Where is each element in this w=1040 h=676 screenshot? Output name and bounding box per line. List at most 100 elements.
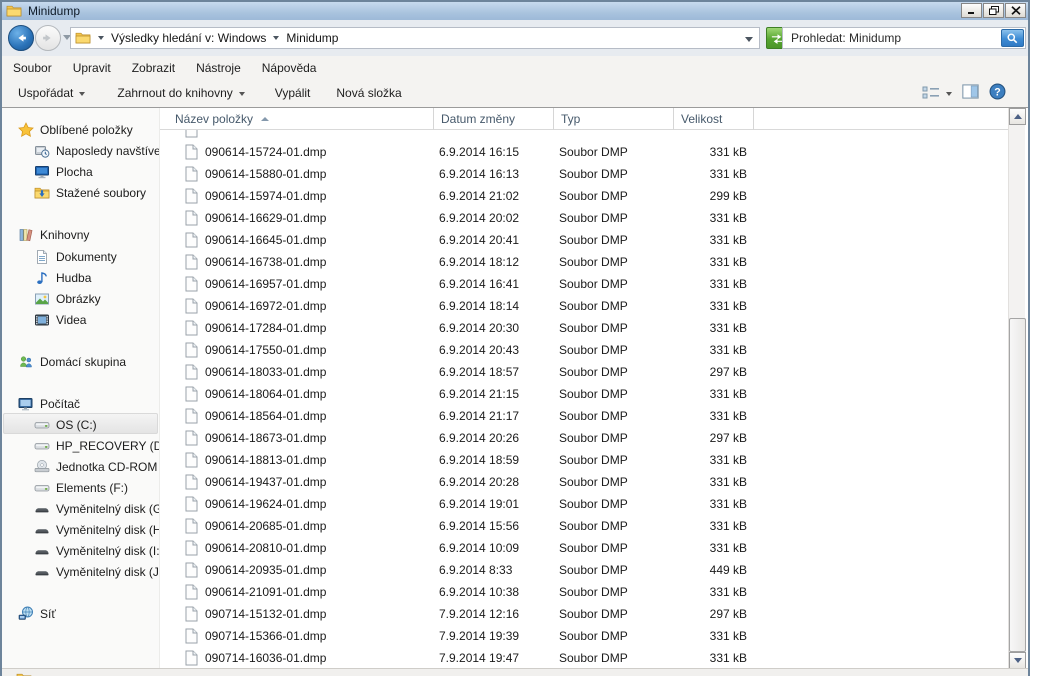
menu-nastroje[interactable]: Nástroje — [186, 58, 251, 78]
file-type: Soubor DMP — [559, 541, 628, 555]
navigation-bar: Výsledky hledání v: Windows Minidump Pro… — [2, 20, 1028, 57]
documents-icon — [34, 249, 50, 265]
sidebar-item-removable-h[interactable]: Vyměnitelný disk (H — [34, 520, 160, 540]
search-input[interactable]: Prohledat: Minidump — [791, 31, 1001, 45]
file-row[interactable]: 090614-18564-01.dmp 6.9.2014 21:17 Soubo… — [160, 405, 1010, 427]
file-row[interactable]: 090614-20685-01.dmp 6.9.2014 15:56 Soubo… — [160, 515, 1010, 537]
sidebar-item-recent-places[interactable]: Naposledy navštívené — [34, 141, 160, 161]
main-content: Oblíbené položky Naposledy navštívené Pl… — [2, 107, 1028, 668]
sidebar-item-documents[interactable]: Dokumenty — [34, 247, 160, 267]
sidebar-item-computer[interactable]: Počítač — [18, 394, 160, 414]
file-size: 331 kB — [674, 233, 747, 247]
scroll-up-button[interactable] — [1009, 108, 1026, 125]
sidebar-item-pictures[interactable]: Obrázky — [34, 289, 160, 309]
organize-button[interactable]: Uspořádat — [10, 81, 93, 105]
file-icon — [185, 496, 198, 512]
sidebar-item-label: Hudba — [56, 271, 91, 285]
file-icon — [185, 364, 198, 380]
file-row[interactable]: 090614-16738-01.dmp 6.9.2014 18:12 Soubo… — [160, 251, 1010, 273]
sidebar-item-removable-g[interactable]: Vyměnitelný disk (G: — [34, 499, 160, 519]
forward-button[interactable] — [35, 25, 61, 51]
file-icon — [185, 276, 198, 292]
close-button[interactable] — [1005, 3, 1026, 18]
file-type: Soubor DMP — [559, 409, 628, 423]
file-icon — [185, 584, 198, 600]
sidebar-item-network[interactable]: Síť — [18, 604, 160, 624]
sidebar-item-drive-f[interactable]: Elements (F:) — [34, 478, 160, 498]
file-size: 331 kB — [674, 475, 747, 489]
file-row[interactable]: 090714-16036-01.dmp 7.9.2014 19:47 Soubo… — [160, 647, 1010, 669]
file-row[interactable]: 090614-21091-01.dmp 6.9.2014 10:38 Soubo… — [160, 581, 1010, 603]
title-bar[interactable]: Minidump — [2, 2, 1028, 20]
file-row[interactable]: 090614-18673-01.dmp 6.9.2014 20:26 Soubo… — [160, 427, 1010, 449]
sidebar-item-homegroup[interactable]: Domácí skupina — [18, 352, 160, 372]
file-type: Soubor DMP — [559, 255, 628, 269]
file-row[interactable]: 090614-18064-01.dmp 6.9.2014 21:15 Soubo… — [160, 383, 1010, 405]
sidebar-item-libraries[interactable]: Knihovny — [18, 225, 160, 245]
sidebar-item-drive-d[interactable]: HP_RECOVERY (D:) — [34, 436, 160, 456]
file-row[interactable]: 090614-17550-01.dmp 6.9.2014 20:43 Soubo… — [160, 339, 1010, 361]
sidebar-item-removable-j[interactable]: Vyměnitelný disk (J:) — [34, 562, 160, 582]
sidebar-item-removable-i[interactable]: Vyměnitelný disk (I:) — [34, 541, 160, 561]
back-button[interactable] — [8, 25, 34, 51]
file-row[interactable]: 090714-15366-01.dmp 7.9.2014 19:39 Soubo… — [160, 625, 1010, 647]
scrollbar-thumb[interactable] — [1009, 318, 1026, 652]
address-bar[interactable]: Výsledky hledání v: Windows Minidump — [70, 27, 760, 49]
file-row[interactable]: 090614-16629-01.dmp 6.9.2014 20:02 Soubo… — [160, 207, 1010, 229]
file-name: 090614-18064-01.dmp — [205, 387, 326, 401]
file-row[interactable]: 090614-15880-01.dmp 6.9.2014 16:13 Soubo… — [160, 163, 1010, 185]
preview-pane-button[interactable] — [962, 84, 979, 102]
burn-button[interactable]: Vypálit — [267, 81, 319, 105]
include-in-library-button[interactable]: Zahrnout do knihovny — [109, 81, 252, 105]
sidebar-item-drive-c[interactable]: OS (C:) — [34, 415, 160, 435]
column-header-name[interactable]: Název položky — [160, 108, 434, 130]
file-row[interactable]: 090614-16957-01.dmp 6.9.2014 16:41 Soubo… — [160, 273, 1010, 295]
file-row[interactable]: 090614-18033-01.dmp 6.9.2014 18:57 Soubo… — [160, 361, 1010, 383]
menu-upravit[interactable]: Upravit — [63, 58, 121, 78]
file-row-partial[interactable] — [160, 130, 1010, 141]
address-history-dropdown[interactable] — [745, 37, 753, 42]
chevron-down-icon[interactable] — [273, 36, 279, 40]
restore-button[interactable] — [983, 3, 1004, 18]
chevron-down-icon[interactable] — [98, 36, 104, 40]
breadcrumb-location[interactable]: Minidump — [286, 31, 338, 45]
file-row[interactable]: 090614-16972-01.dmp 6.9.2014 18:14 Soubo… — [160, 295, 1010, 317]
new-folder-button[interactable]: Nová složka — [328, 81, 409, 105]
scroll-down-button[interactable] — [1009, 652, 1026, 669]
search-box[interactable]: Prohledat: Minidump — [782, 27, 1026, 49]
sidebar-item-music[interactable]: Hudba — [34, 268, 160, 288]
file-date: 6.9.2014 8:33 — [439, 563, 512, 577]
sidebar-item-cdrom[interactable]: Jednotka CD-ROM (E — [34, 457, 160, 477]
file-row[interactable]: 090614-19437-01.dmp 6.9.2014 20:28 Soubo… — [160, 471, 1010, 493]
column-header-size[interactable]: Velikost — [674, 108, 754, 130]
column-header-row: Název položky Datum změny Typ Velikost — [160, 108, 1010, 130]
file-date: 6.9.2014 18:12 — [439, 255, 519, 269]
file-row[interactable]: 090614-20810-01.dmp 6.9.2014 10:09 Soubo… — [160, 537, 1010, 559]
sidebar-item-desktop[interactable]: Plocha — [34, 162, 160, 182]
file-row[interactable]: 090614-19624-01.dmp 6.9.2014 19:01 Soubo… — [160, 493, 1010, 515]
file-icon — [185, 650, 198, 666]
vertical-scrollbar[interactable] — [1008, 108, 1025, 669]
file-row[interactable]: 090614-16645-01.dmp 6.9.2014 20:41 Soubo… — [160, 229, 1010, 251]
sidebar-item-downloads[interactable]: Stažené soubory — [34, 183, 160, 203]
breadcrumb-scope[interactable]: Výsledky hledání v: Windows — [111, 31, 266, 45]
column-header-date[interactable]: Datum změny — [434, 108, 554, 130]
file-size: 331 kB — [674, 167, 747, 181]
file-row[interactable]: 090714-15132-01.dmp 7.9.2014 12:16 Soubo… — [160, 603, 1010, 625]
menu-napoveda[interactable]: Nápověda — [252, 58, 327, 78]
menu-zobrazit[interactable]: Zobrazit — [122, 58, 185, 78]
file-row[interactable]: 090614-15724-01.dmp 6.9.2014 16:15 Soubo… — [160, 141, 1010, 163]
menu-soubor[interactable]: Soubor — [3, 58, 62, 78]
help-button[interactable]: ? — [989, 83, 1006, 103]
file-row[interactable]: 090614-15974-01.dmp 6.9.2014 21:02 Soubo… — [160, 185, 1010, 207]
sidebar-item-label: Vyměnitelný disk (J:) — [56, 565, 160, 579]
minimize-button[interactable] — [961, 3, 982, 18]
file-row[interactable]: 090614-17284-01.dmp 6.9.2014 20:30 Soubo… — [160, 317, 1010, 339]
file-row[interactable]: 090614-18813-01.dmp 6.9.2014 18:59 Soubo… — [160, 449, 1010, 471]
sidebar-item-videos[interactable]: Videa — [34, 310, 160, 330]
sidebar-item-favorites[interactable]: Oblíbené položky — [18, 120, 160, 140]
column-header-type[interactable]: Typ — [554, 108, 674, 130]
search-button[interactable] — [1001, 29, 1024, 47]
file-row[interactable]: 090614-20935-01.dmp 6.9.2014 8:33 Soubor… — [160, 559, 1010, 581]
views-button[interactable] — [922, 86, 952, 100]
